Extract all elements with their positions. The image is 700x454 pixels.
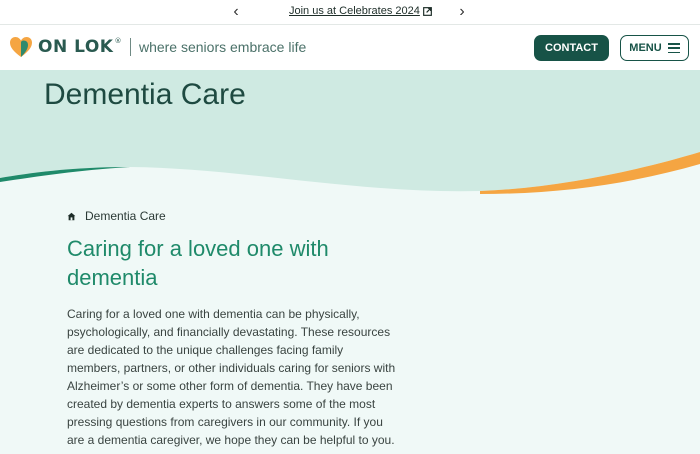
chevron-left-icon[interactable]: ‹ bbox=[228, 2, 244, 22]
intro-paragraph: Caring for a loved one with dementia can… bbox=[67, 307, 396, 447]
announcement-link[interactable]: Join us at Celebrates 2024 bbox=[289, 5, 432, 17]
contact-button[interactable]: CONTACT bbox=[534, 35, 609, 61]
menu-label: MENU bbox=[629, 42, 662, 54]
heart-logo-icon bbox=[10, 37, 32, 57]
home-icon[interactable] bbox=[67, 212, 76, 221]
breadcrumb-current: Dementia Care bbox=[85, 209, 166, 223]
announcement-link-text[interactable]: Join us at Celebrates 2024 bbox=[289, 5, 420, 17]
page-title: Dementia Care bbox=[44, 78, 246, 111]
site-logo[interactable]: ON LOK® where seniors embrace life bbox=[9, 36, 306, 58]
breadcrumb: Dementia Care bbox=[67, 209, 166, 223]
hamburger-icon bbox=[667, 43, 680, 53]
brand-text: ON LOK bbox=[38, 37, 114, 57]
tagline: where seniors embrace life bbox=[138, 39, 307, 55]
section-heading: Caring for a loved one with dementia bbox=[67, 236, 329, 290]
external-link-icon bbox=[422, 6, 432, 16]
menu-button[interactable]: MENU bbox=[620, 35, 689, 61]
logo-divider bbox=[129, 38, 131, 56]
chevron-right-icon[interactable]: › bbox=[454, 2, 470, 22]
trademark-mark: ® bbox=[114, 37, 122, 45]
brand-name: ON LOK® bbox=[38, 37, 122, 57]
announcement-bar: ‹ Join us at Celebrates 2024 › bbox=[0, 0, 700, 25]
